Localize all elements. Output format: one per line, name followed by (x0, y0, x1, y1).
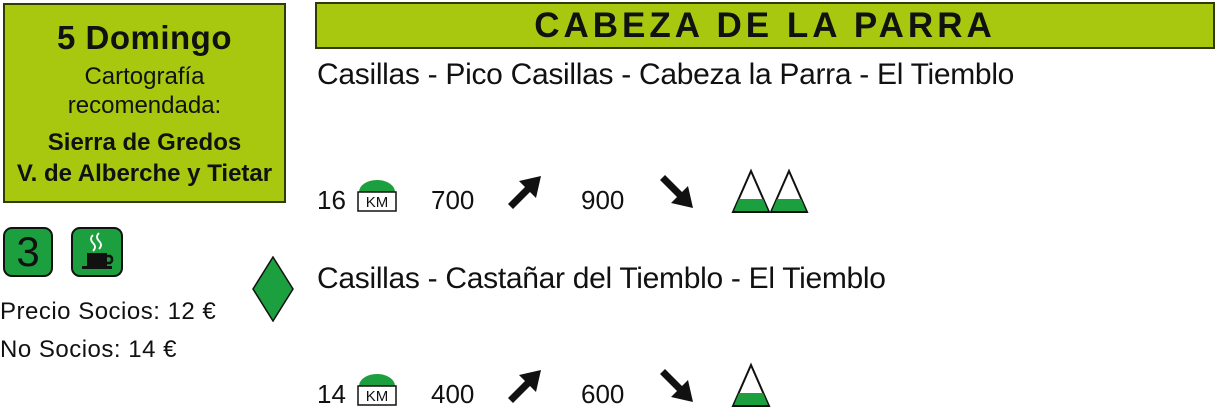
coffee-cup-icon (82, 232, 114, 269)
page-title: CABEZA DE LA PARRA (534, 5, 996, 45)
arrow-down-right-icon (660, 175, 693, 208)
difficulty-level: 3 (16, 228, 40, 275)
route-marker-diamond-icon (252, 256, 294, 322)
price-non-members: No Socios: 14 € (0, 336, 177, 363)
price-members: Precio Socios: 12 € (0, 298, 217, 325)
km-icon: KM (357, 180, 397, 212)
map-name: Sierra de Gredos (47, 128, 242, 156)
descent-value: 900 (581, 185, 625, 215)
difficulty-badge: 3 (3, 227, 53, 277)
title-bar: CABEZA DE LA PARRA (315, 2, 1215, 49)
distance-value: 14 (317, 379, 346, 409)
info-box: 5 Domingo Cartografía recomendada: Sierr… (3, 3, 286, 203)
difficulty-mountain-icon (731, 362, 771, 407)
descent-value: 600 (581, 379, 625, 409)
map-name: V. de Alberche y Tietar (16, 159, 273, 187)
meal-badge (71, 227, 123, 277)
km-icon: KM (357, 374, 397, 406)
route-name: Casillas - Pico Casillas - Cabeza la Par… (317, 58, 1015, 91)
difficulty-mountains-icon (731, 168, 809, 213)
arrow-down-right-icon (660, 369, 693, 402)
route-name: Casillas - Castañar del Tiemblo - El Tie… (317, 262, 886, 295)
ascent-value: 700 (431, 185, 475, 215)
day-label: 5 Domingo (57, 18, 232, 56)
km-label: KM (366, 388, 389, 405)
ascent-value: 400 (431, 379, 475, 409)
km-label: KM (366, 194, 389, 211)
cartography-label: Cartografía recomendada: (67, 63, 222, 119)
route-stats: 16 KM 700 900 (317, 168, 837, 216)
route-stats: 14 KM 400 600 (317, 362, 837, 410)
arrow-up-right-icon (508, 176, 541, 209)
distance-value: 16 (317, 185, 346, 215)
arrow-up-right-icon (508, 370, 541, 403)
